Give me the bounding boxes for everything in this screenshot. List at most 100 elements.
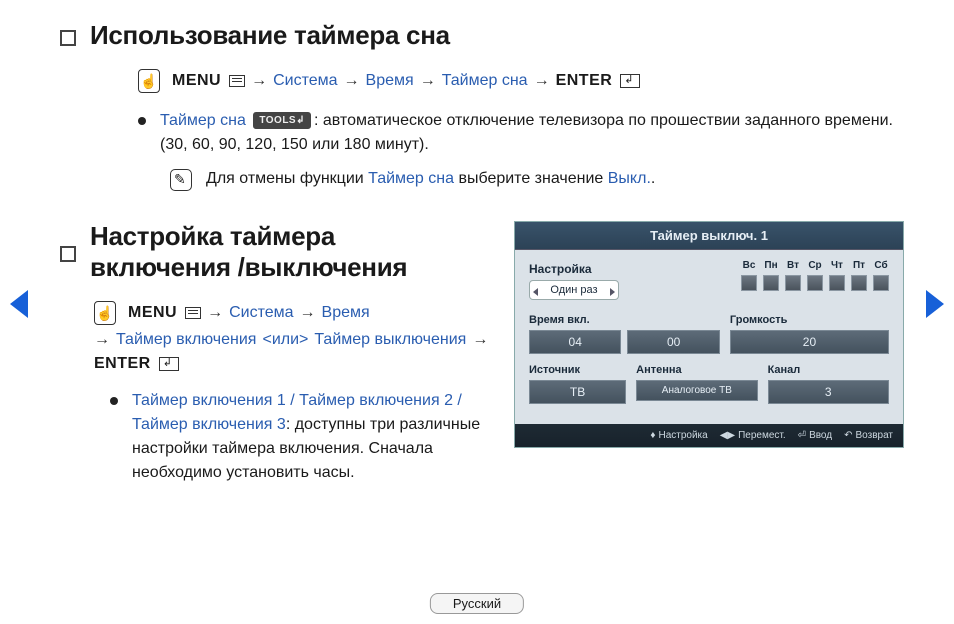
path-offtimer: Таймер выключения xyxy=(314,331,466,349)
section2-title: Настройка таймера включения /выключения xyxy=(90,221,407,283)
menu-path-1: ☝ MENU → Система → Время → Таймер сна → … xyxy=(138,69,904,93)
return-icon: ↶ xyxy=(844,430,852,441)
path-sleep: Таймер сна xyxy=(442,72,528,90)
day-fri[interactable]: Пт xyxy=(851,260,867,291)
section2-bullet: Таймер включения 1 / Таймер включения 2 … xyxy=(110,389,498,485)
osd-title: Таймер выключ. 1 xyxy=(515,222,903,250)
enter-label: ENTER xyxy=(556,72,613,90)
osd-channel-label: Канал xyxy=(768,364,889,376)
sleep-timer-link: Таймер сна xyxy=(160,112,246,129)
osd-time-col: Время вкл. 04 00 xyxy=(529,314,720,354)
arrow-icon: → xyxy=(420,72,436,90)
path-system: Система xyxy=(229,304,293,322)
footer-move: ◀▶Перемест. xyxy=(720,430,786,441)
arrow-icon: → xyxy=(472,331,488,349)
path-system: Система xyxy=(273,72,337,90)
osd-volume-label: Громкость xyxy=(730,314,889,326)
osd-antenna-value[interactable]: Аналоговое ТВ xyxy=(636,380,757,401)
bullet-text: Таймер сна TOOLS↲: автоматическое отключ… xyxy=(160,109,904,157)
section-bullet-icon xyxy=(60,30,76,46)
arrow-icon: → xyxy=(94,331,110,349)
osd-panel: Таймер выключ. 1 Настройка Один раз Вс П… xyxy=(514,221,904,448)
leftright-icon: ◀▶ xyxy=(720,430,735,441)
checkbox-icon[interactable] xyxy=(741,275,757,291)
enter-label: ENTER xyxy=(94,355,151,373)
osd-time-minute[interactable]: 00 xyxy=(627,330,719,354)
osd-source-label: Источник xyxy=(529,364,626,376)
osd-antenna-col: Антенна Аналоговое ТВ xyxy=(636,364,757,404)
language-badge: Русский xyxy=(430,593,524,614)
osd-time-volume-row: Время вкл. 04 00 Громкость 20 xyxy=(529,314,889,354)
menu-path-2b: → Таймер включения <или> Таймер выключен… xyxy=(94,331,498,373)
note-text: Для отмены функции Таймер сна выберите з… xyxy=(206,167,655,191)
section2-text-column: Настройка таймера включения /выключения … xyxy=(60,221,498,495)
section1-header: Использование таймера сна xyxy=(60,20,904,51)
osd-channel-col: Канал 3 xyxy=(768,364,889,404)
enter-icon xyxy=(159,357,179,371)
arrow-icon: → xyxy=(344,72,360,90)
note-link2: Выкл. xyxy=(608,170,651,187)
osd-setup-row: Настройка Один раз Вс Пн Вт Ср Чт Пт Сб xyxy=(529,262,889,300)
checkbox-icon[interactable] xyxy=(851,275,867,291)
osd-time-label: Время вкл. xyxy=(529,314,720,326)
checkbox-icon[interactable] xyxy=(785,275,801,291)
footer-setup: ♦Настройка xyxy=(650,430,707,441)
day-sun[interactable]: Вс xyxy=(741,260,757,291)
menu-path-2: ☝ MENU → Система → Время xyxy=(94,301,498,325)
section1-bullet: Таймер сна TOOLS↲: автоматическое отключ… xyxy=(138,109,904,157)
osd-channel-value[interactable]: 3 xyxy=(768,380,889,404)
arrow-icon: → xyxy=(300,304,316,322)
enter-glyph-icon: ⏎ xyxy=(798,430,806,441)
day-wed[interactable]: Ср xyxy=(807,260,823,291)
osd-source-col: Источник ТВ xyxy=(529,364,626,404)
arrow-icon: → xyxy=(534,72,550,90)
next-page-arrow[interactable] xyxy=(926,290,944,318)
osd-setup-block: Настройка Один раз xyxy=(529,262,619,300)
section2-header: Настройка таймера включения /выключения xyxy=(60,221,498,283)
day-thu[interactable]: Чт xyxy=(829,260,845,291)
osd-volume-value[interactable]: 20 xyxy=(730,330,889,354)
arrow-icon: → xyxy=(207,304,223,322)
osd-body: Настройка Один раз Вс Пн Вт Ср Чт Пт Сб xyxy=(515,250,903,424)
day-tue[interactable]: Вт xyxy=(785,260,801,291)
menu-grid-icon xyxy=(229,75,245,87)
section2-columns: Настройка таймера включения /выключения … xyxy=(60,221,904,495)
arrow-icon: → xyxy=(251,72,267,90)
osd-setup-select[interactable]: Один раз xyxy=(529,280,619,300)
osd-antenna-label: Антенна xyxy=(636,364,757,376)
osd-source-row: Источник ТВ Антенна Аналоговое ТВ Канал … xyxy=(529,364,889,404)
menu-label: MENU xyxy=(128,304,177,322)
checkbox-icon[interactable] xyxy=(807,275,823,291)
remote-hand-icon: ☝ xyxy=(94,301,116,325)
osd-setup-label: Настройка xyxy=(529,262,619,276)
menu-label: MENU xyxy=(172,72,221,90)
osd-column: Таймер выключ. 1 Настройка Один раз Вс П… xyxy=(514,221,904,495)
manual-page: Использование таймера сна ☝ MENU → Систе… xyxy=(0,0,954,495)
path-time: Время xyxy=(366,72,414,90)
updown-icon: ♦ xyxy=(650,430,655,441)
path-or: <или> xyxy=(262,331,308,349)
note-link1: Таймер сна xyxy=(368,170,454,187)
osd-time-hour[interactable]: 04 xyxy=(529,330,621,354)
path-ontimer: Таймер включения xyxy=(116,331,256,349)
osd-footer: ♦Настройка ◀▶Перемест. ⏎Ввод ↶Возврат xyxy=(515,424,903,447)
day-mon[interactable]: Пн xyxy=(763,260,779,291)
section-bullet-icon xyxy=(60,246,76,262)
tools-badge: TOOLS↲ xyxy=(253,112,311,129)
bullet-text: Таймер включения 1 / Таймер включения 2 … xyxy=(132,389,498,485)
prev-page-arrow[interactable] xyxy=(10,290,28,318)
note-pencil-icon xyxy=(170,169,192,191)
section1-title: Использование таймера сна xyxy=(90,20,450,51)
bullet-icon xyxy=(138,117,146,125)
checkbox-icon[interactable] xyxy=(873,275,889,291)
menu-grid-icon xyxy=(185,307,201,319)
day-sat[interactable]: Сб xyxy=(873,260,889,291)
checkbox-icon[interactable] xyxy=(763,275,779,291)
osd-volume-col: Громкость 20 xyxy=(730,314,889,354)
enter-icon xyxy=(620,74,640,88)
footer-return: ↶Возврат xyxy=(844,430,893,441)
remote-hand-icon: ☝ xyxy=(138,69,160,93)
bullet-icon xyxy=(110,397,118,405)
checkbox-icon[interactable] xyxy=(829,275,845,291)
osd-source-value[interactable]: ТВ xyxy=(529,380,626,404)
